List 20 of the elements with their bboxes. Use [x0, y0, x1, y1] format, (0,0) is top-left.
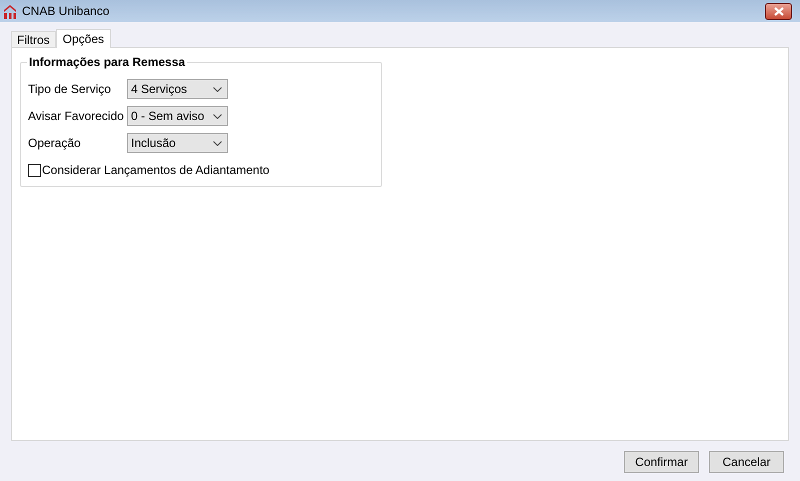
chevron-down-icon — [213, 140, 222, 146]
checkbox-label: Considerar Lançamentos de Adiantamento — [42, 162, 270, 179]
field-label: Avisar Favorecido — [28, 108, 125, 125]
app-logo-icon — [3, 4, 17, 18]
group-title: Informações para Remessa — [27, 55, 188, 69]
close-icon — [774, 6, 784, 16]
chevron-down-icon — [213, 114, 222, 118]
close-button[interactable] — [765, 2, 792, 20]
tab[interactable]: Opções — [56, 29, 112, 48]
dialog-button[interactable]: Confirmar — [624, 451, 699, 473]
dropdown[interactable]: Inclusão — [127, 133, 228, 153]
dropdown[interactable]: 0 - Sem aviso — [127, 106, 228, 126]
checkbox[interactable] — [28, 164, 41, 176]
tab[interactable]: Filtros — [11, 31, 56, 47]
dialog-button[interactable]: Cancelar — [709, 451, 784, 473]
window-title: CNAB Unibanco — [22, 3, 110, 20]
field-label: Operação — [28, 135, 82, 152]
chevron-down-icon — [213, 86, 222, 92]
field-label: Tipo de Serviço — [28, 81, 112, 98]
dropdown[interactable]: 4 Serviços — [127, 79, 228, 99]
